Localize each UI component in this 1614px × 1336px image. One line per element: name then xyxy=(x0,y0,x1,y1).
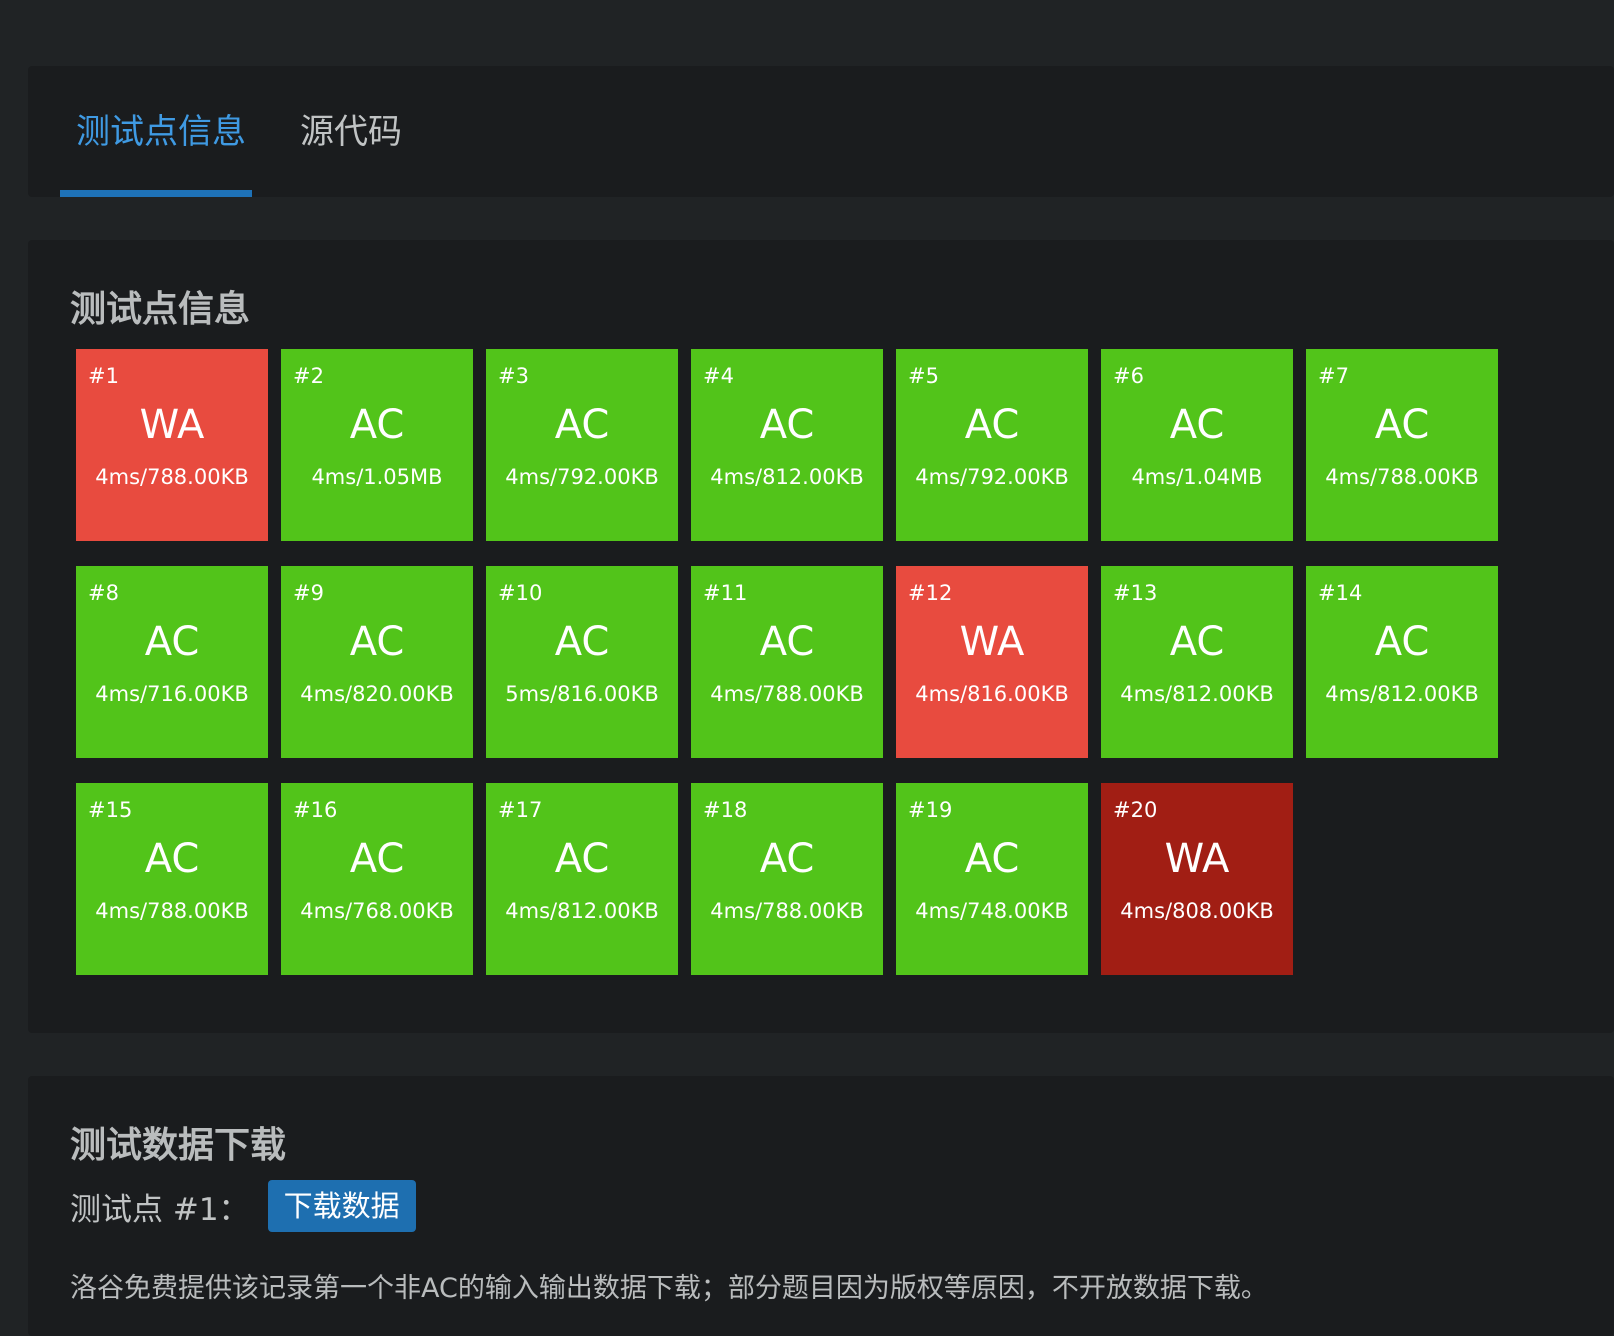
testcase-status: AC xyxy=(1169,619,1225,665)
data-download-card: 测试数据下载 测试点 #1： 下载数据 洛谷免费提供该记录第一个非AC的输入输出… xyxy=(28,1076,1614,1336)
testcase-tile[interactable]: #15 AC 4ms/788.00KB xyxy=(76,783,268,975)
testcase-id: #14 xyxy=(1318,581,1363,605)
tabs-bar: 测试点信息 源代码 xyxy=(28,66,1614,197)
testcase-status: AC xyxy=(759,836,815,882)
testcase-id: #3 xyxy=(498,364,529,388)
testcase-tile[interactable]: #11 AC 4ms/788.00KB xyxy=(691,566,883,758)
testcase-id: #16 xyxy=(293,798,338,822)
testcase-tile[interactable]: #6 AC 4ms/1.04MB xyxy=(1101,349,1293,541)
download-testcase-label: 测试点 #1： xyxy=(70,1191,250,1228)
testcase-tile[interactable]: #8 AC 4ms/716.00KB xyxy=(76,566,268,758)
testcase-id: #11 xyxy=(703,581,748,605)
testcase-time-memory: 5ms/816.00KB xyxy=(505,682,659,706)
testcase-tile[interactable]: #2 AC 4ms/1.05MB xyxy=(281,349,473,541)
testcase-status: AC xyxy=(1169,402,1225,448)
testcase-time-memory: 4ms/808.00KB xyxy=(1120,899,1274,923)
testcase-tile[interactable]: #3 AC 4ms/792.00KB xyxy=(486,349,678,541)
testcase-id: #2 xyxy=(293,364,324,388)
testcase-status: WA xyxy=(959,619,1025,665)
testcase-status: AC xyxy=(1374,619,1430,665)
testcase-status: WA xyxy=(139,402,205,448)
testcase-tile[interactable]: #20 WA 4ms/808.00KB xyxy=(1101,783,1293,975)
testcase-time-memory: 4ms/1.04MB xyxy=(1131,465,1263,489)
testcase-tile[interactable]: #9 AC 4ms/820.00KB xyxy=(281,566,473,758)
testcase-id: #9 xyxy=(293,581,324,605)
testcase-time-memory: 4ms/768.00KB xyxy=(300,899,454,923)
testcase-tile[interactable]: #16 AC 4ms/768.00KB xyxy=(281,783,473,975)
testcase-status: WA xyxy=(1164,836,1230,882)
testcase-status: AC xyxy=(554,836,610,882)
active-tab-indicator xyxy=(60,190,252,197)
testcase-time-memory: 4ms/812.00KB xyxy=(1325,682,1479,706)
testcase-id: #4 xyxy=(703,364,734,388)
testcase-id: #7 xyxy=(1318,364,1349,388)
testcase-id: #18 xyxy=(703,798,748,822)
testcase-tile[interactable]: #12 WA 4ms/816.00KB xyxy=(896,566,1088,758)
testcase-info-card: 测试点信息 #1 WA 4ms/788.00KB #2 AC 4ms/1.05MB #3 AC… xyxy=(28,240,1614,1033)
testcase-id: #17 xyxy=(498,798,543,822)
testcase-status: AC xyxy=(349,619,405,665)
testcase-tile[interactable]: #5 AC 4ms/792.00KB xyxy=(896,349,1088,541)
testcase-tile[interactable]: #1 WA 4ms/788.00KB xyxy=(76,349,268,541)
testcase-tile[interactable]: #10 AC 5ms/816.00KB xyxy=(486,566,678,758)
testcase-id: #20 xyxy=(1113,798,1158,822)
testcase-time-memory: 4ms/816.00KB xyxy=(915,682,1069,706)
testcase-tile[interactable]: #4 AC 4ms/812.00KB xyxy=(691,349,883,541)
testcase-id: #13 xyxy=(1113,581,1158,605)
testcase-id: #19 xyxy=(908,798,953,822)
download-note: 洛谷免费提供该记录第一个非AC的输入输出数据下载；部分题目因为版权等原因，不开放… xyxy=(70,1273,1268,1304)
testcase-status: AC xyxy=(964,836,1020,882)
testcase-id: #5 xyxy=(908,364,939,388)
testcase-tile[interactable]: #17 AC 4ms/812.00KB xyxy=(486,783,678,975)
testcase-status: AC xyxy=(759,402,815,448)
testcase-id: #12 xyxy=(908,581,953,605)
tab-testcase-info[interactable]: 测试点信息 xyxy=(76,110,246,154)
testcase-id: #15 xyxy=(88,798,133,822)
testcase-time-memory: 4ms/1.05MB xyxy=(311,465,443,489)
testcase-status: AC xyxy=(144,836,200,882)
testcase-tile[interactable]: #18 AC 4ms/788.00KB xyxy=(691,783,883,975)
testcase-time-memory: 4ms/792.00KB xyxy=(505,465,659,489)
download-row: 测试点 #1： 下载数据 xyxy=(70,1180,416,1232)
testcase-status: AC xyxy=(554,402,610,448)
testcase-time-memory: 4ms/812.00KB xyxy=(710,465,864,489)
testcase-id: #1 xyxy=(88,364,119,388)
download-data-button[interactable]: 下载数据 xyxy=(267,1180,416,1232)
testcase-status: AC xyxy=(759,619,815,665)
testcase-status: AC xyxy=(144,619,200,665)
testcase-time-memory: 4ms/820.00KB xyxy=(300,682,454,706)
testcase-time-memory: 4ms/812.00KB xyxy=(1120,682,1274,706)
testcase-status: AC xyxy=(349,836,405,882)
testcase-status: AC xyxy=(964,402,1020,448)
testcase-time-memory: 4ms/788.00KB xyxy=(710,899,864,923)
testcase-time-memory: 4ms/788.00KB xyxy=(1325,465,1479,489)
testcase-time-memory: 4ms/716.00KB xyxy=(95,682,249,706)
testcase-tile[interactable]: #7 AC 4ms/788.00KB xyxy=(1306,349,1498,541)
testcase-status: AC xyxy=(554,619,610,665)
testcase-tile[interactable]: #14 AC 4ms/812.00KB xyxy=(1306,566,1498,758)
testcase-id: #8 xyxy=(88,581,119,605)
testcase-status: AC xyxy=(1374,402,1430,448)
testcase-time-memory: 4ms/748.00KB xyxy=(915,899,1069,923)
testcase-time-memory: 4ms/788.00KB xyxy=(95,465,249,489)
testcase-time-memory: 4ms/792.00KB xyxy=(915,465,1069,489)
testcase-id: #6 xyxy=(1113,364,1144,388)
tab-source-code[interactable]: 源代码 xyxy=(300,110,402,154)
testcase-time-memory: 4ms/788.00KB xyxy=(95,899,249,923)
testcase-tile[interactable]: #13 AC 4ms/812.00KB xyxy=(1101,566,1293,758)
testcase-tile[interactable]: #19 AC 4ms/748.00KB xyxy=(896,783,1088,975)
testcase-time-memory: 4ms/812.00KB xyxy=(505,899,659,923)
testcase-time-memory: 4ms/788.00KB xyxy=(710,682,864,706)
testcase-id: #10 xyxy=(498,581,543,605)
testcase-status: AC xyxy=(349,402,405,448)
testcase-info-title: 测试点信息 xyxy=(70,289,251,330)
data-download-title: 测试数据下载 xyxy=(70,1125,287,1166)
